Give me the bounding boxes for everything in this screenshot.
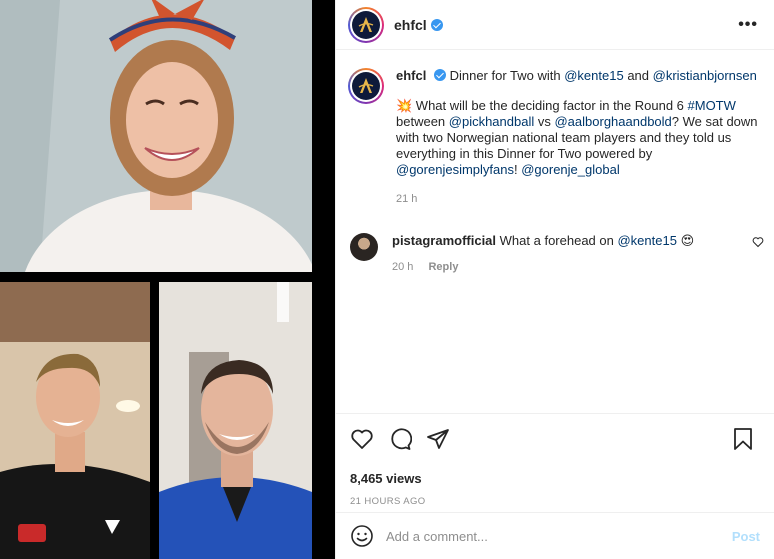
caption-author-avatar[interactable] [348, 68, 384, 104]
post-header: ehfcl ••• [336, 0, 774, 50]
commenter-avatar[interactable] [350, 233, 378, 261]
post-age: 21 HOURS AGO [350, 496, 426, 507]
comment-bubble-icon[interactable] [388, 427, 412, 451]
caption-text: vs [534, 114, 555, 129]
post-author-username[interactable]: ehfcl [394, 17, 427, 33]
verified-badge-icon [430, 18, 443, 31]
caption-text: Dinner for Two with [449, 68, 565, 83]
person-man-left-illustration [0, 282, 150, 559]
caption-paragraph: 💥 What will be the deciding factor in th… [396, 98, 764, 178]
more-options-icon[interactable]: ••• [738, 16, 758, 34]
like-heart-icon[interactable] [350, 427, 374, 451]
mention-link[interactable]: @gorenjesimplyfans [396, 162, 514, 177]
video-tile-bottom-left [0, 282, 150, 559]
post-media[interactable] [0, 0, 335, 559]
save-bookmark-icon[interactable] [732, 427, 754, 451]
mention-link[interactable]: @kente15 [617, 233, 676, 248]
mention-link[interactable]: @kente15 [564, 68, 623, 83]
comment-item: pistagramofficial What a forehead on @ke… [336, 207, 774, 275]
add-comment-bar: Post [336, 512, 774, 559]
comment-like-icon[interactable] [752, 236, 764, 251]
reply-button[interactable]: Reply [428, 261, 458, 273]
add-comment-input[interactable] [386, 528, 732, 544]
emoji-smiley-icon[interactable] [350, 524, 374, 548]
comment-timestamp[interactable]: 20 h [392, 261, 413, 273]
post-panel: ehfcl ••• ehfcl Dinner for Two with @ken… [335, 0, 774, 559]
hashtag-link[interactable]: #MOTW [688, 98, 736, 113]
mention-link[interactable]: @pickhandball [449, 114, 534, 129]
profile-avatar[interactable] [348, 6, 384, 43]
heart-eyes-emoji: 😍 [680, 233, 695, 248]
caption-text: between [396, 114, 449, 129]
share-send-icon[interactable] [426, 427, 450, 451]
caption-author-username[interactable]: ehfcl [396, 68, 426, 83]
comment-line: pistagramofficial What a forehead on @ke… [392, 233, 764, 249]
video-tile-bottom-right [159, 282, 312, 559]
comment-meta: 20 h Reply [392, 259, 764, 275]
person-woman-illustration [0, 0, 312, 272]
post-caption: ehfcl Dinner for Two with @kente15 and @… [336, 50, 774, 207]
verified-badge-icon [433, 69, 446, 81]
caption-text: What will be the deciding factor in the … [412, 98, 688, 113]
mention-link[interactable]: @aalborghaandbold [554, 114, 671, 129]
collision-emoji: 💥 [396, 98, 413, 113]
ehf-logo-icon [358, 78, 374, 93]
post-actions: 8,465 views 21 HOURS AGO [336, 413, 774, 507]
video-tile-top [0, 0, 312, 272]
person-man-right-illustration [159, 282, 312, 559]
post-comment-button[interactable]: Post [732, 529, 760, 544]
ehf-logo-icon [358, 16, 374, 32]
mention-link[interactable]: @kristianbjornsen [653, 68, 757, 83]
caption-timestamp[interactable]: 21 h [396, 191, 764, 207]
mention-link[interactable]: @gorenje_global [521, 162, 620, 177]
caption-text: and [623, 68, 653, 83]
comment-text: What a forehead on [499, 233, 618, 248]
view-count[interactable]: 8,465 views [350, 471, 760, 486]
commenter-username[interactable]: pistagramofficial [392, 233, 496, 248]
caption-line-1: ehfcl Dinner for Two with @kente15 and @… [396, 68, 764, 84]
